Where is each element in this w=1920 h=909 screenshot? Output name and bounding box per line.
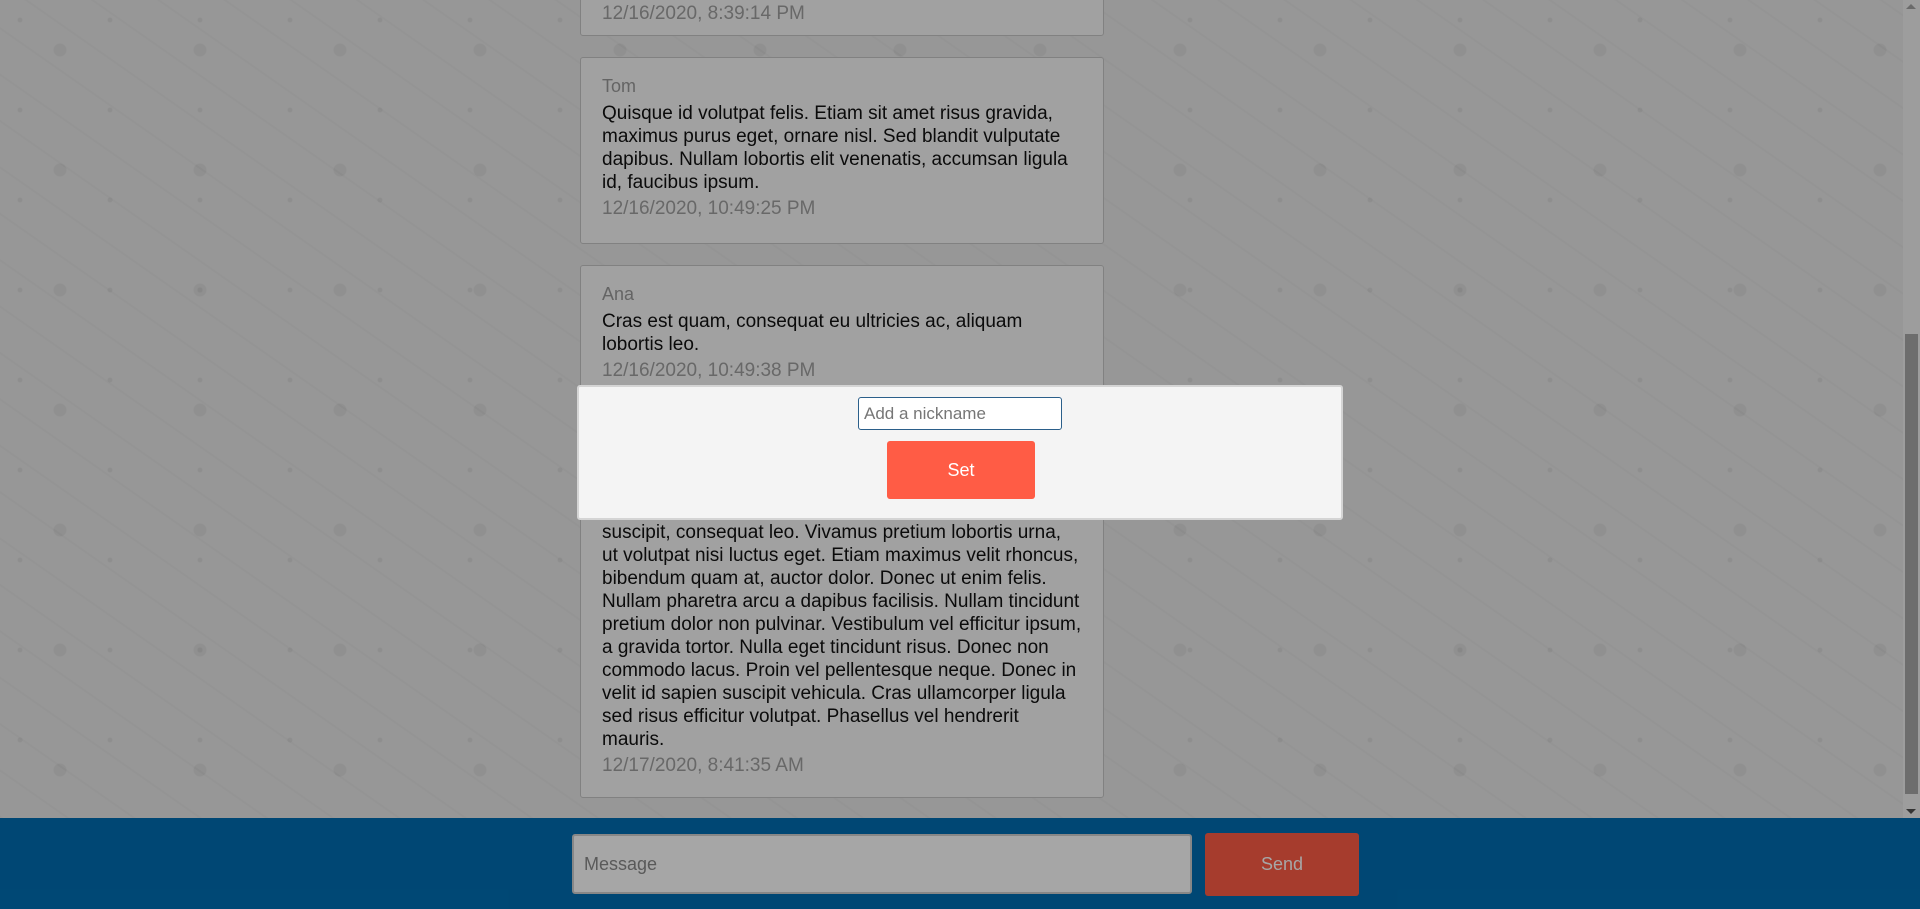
nickname-input[interactable] [858, 397, 1062, 430]
nickname-dialog: Set [577, 385, 1343, 520]
set-nickname-button[interactable]: Set [887, 441, 1035, 499]
